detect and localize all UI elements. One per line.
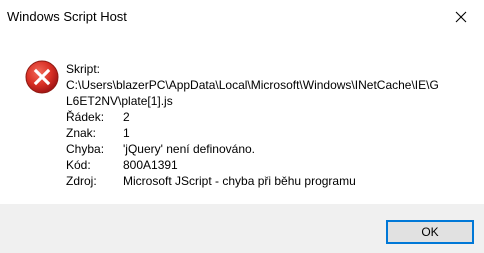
window-title: Windows Script Host — [7, 9, 127, 24]
char-label: Znak: — [66, 126, 97, 140]
button-bar: OK — [0, 204, 484, 253]
ok-button[interactable]: OK — [386, 220, 474, 244]
error-message: Skript: C:\Users\blazerPC\AppData\Local\… — [66, 61, 466, 189]
source-value: Microsoft JScript - chyba při běhu progr… — [123, 174, 356, 188]
dialog-body: Skript: C:\Users\blazerPC\AppData\Local\… — [0, 34, 484, 204]
close-icon — [455, 11, 467, 23]
title-bar[interactable]: Windows Script Host — [0, 0, 484, 34]
line-value: 2 — [123, 110, 130, 124]
field-row-line: Řádek: 2 — [66, 109, 466, 125]
error-value: 'jQuery' není definováno. — [123, 142, 255, 156]
error-icon — [25, 60, 59, 94]
field-row-char: Znak: 1 — [66, 125, 466, 141]
script-path-line-2: L6ET2NV\plate[1].js — [66, 94, 173, 108]
script-host-dialog: Windows Script Host Skript: C:\Users\bla… — [0, 0, 484, 253]
code-value: 800A1391 — [123, 158, 178, 172]
char-value: 1 — [123, 126, 130, 140]
script-label: Skript: — [66, 62, 101, 76]
script-path-line-1: C:\Users\blazerPC\AppData\Local\Microsof… — [66, 78, 439, 92]
source-label: Zdroj: — [66, 174, 97, 188]
close-button[interactable] — [438, 0, 484, 34]
code-label: Kód: — [66, 158, 91, 172]
field-row-error: Chyba: 'jQuery' není definováno. — [66, 141, 466, 157]
line-label: Řádek: — [66, 110, 105, 124]
error-label: Chyba: — [66, 142, 105, 156]
field-row-source: Zdroj: Microsoft JScript - chyba při běh… — [66, 173, 466, 189]
field-row-code: Kód: 800A1391 — [66, 157, 466, 173]
